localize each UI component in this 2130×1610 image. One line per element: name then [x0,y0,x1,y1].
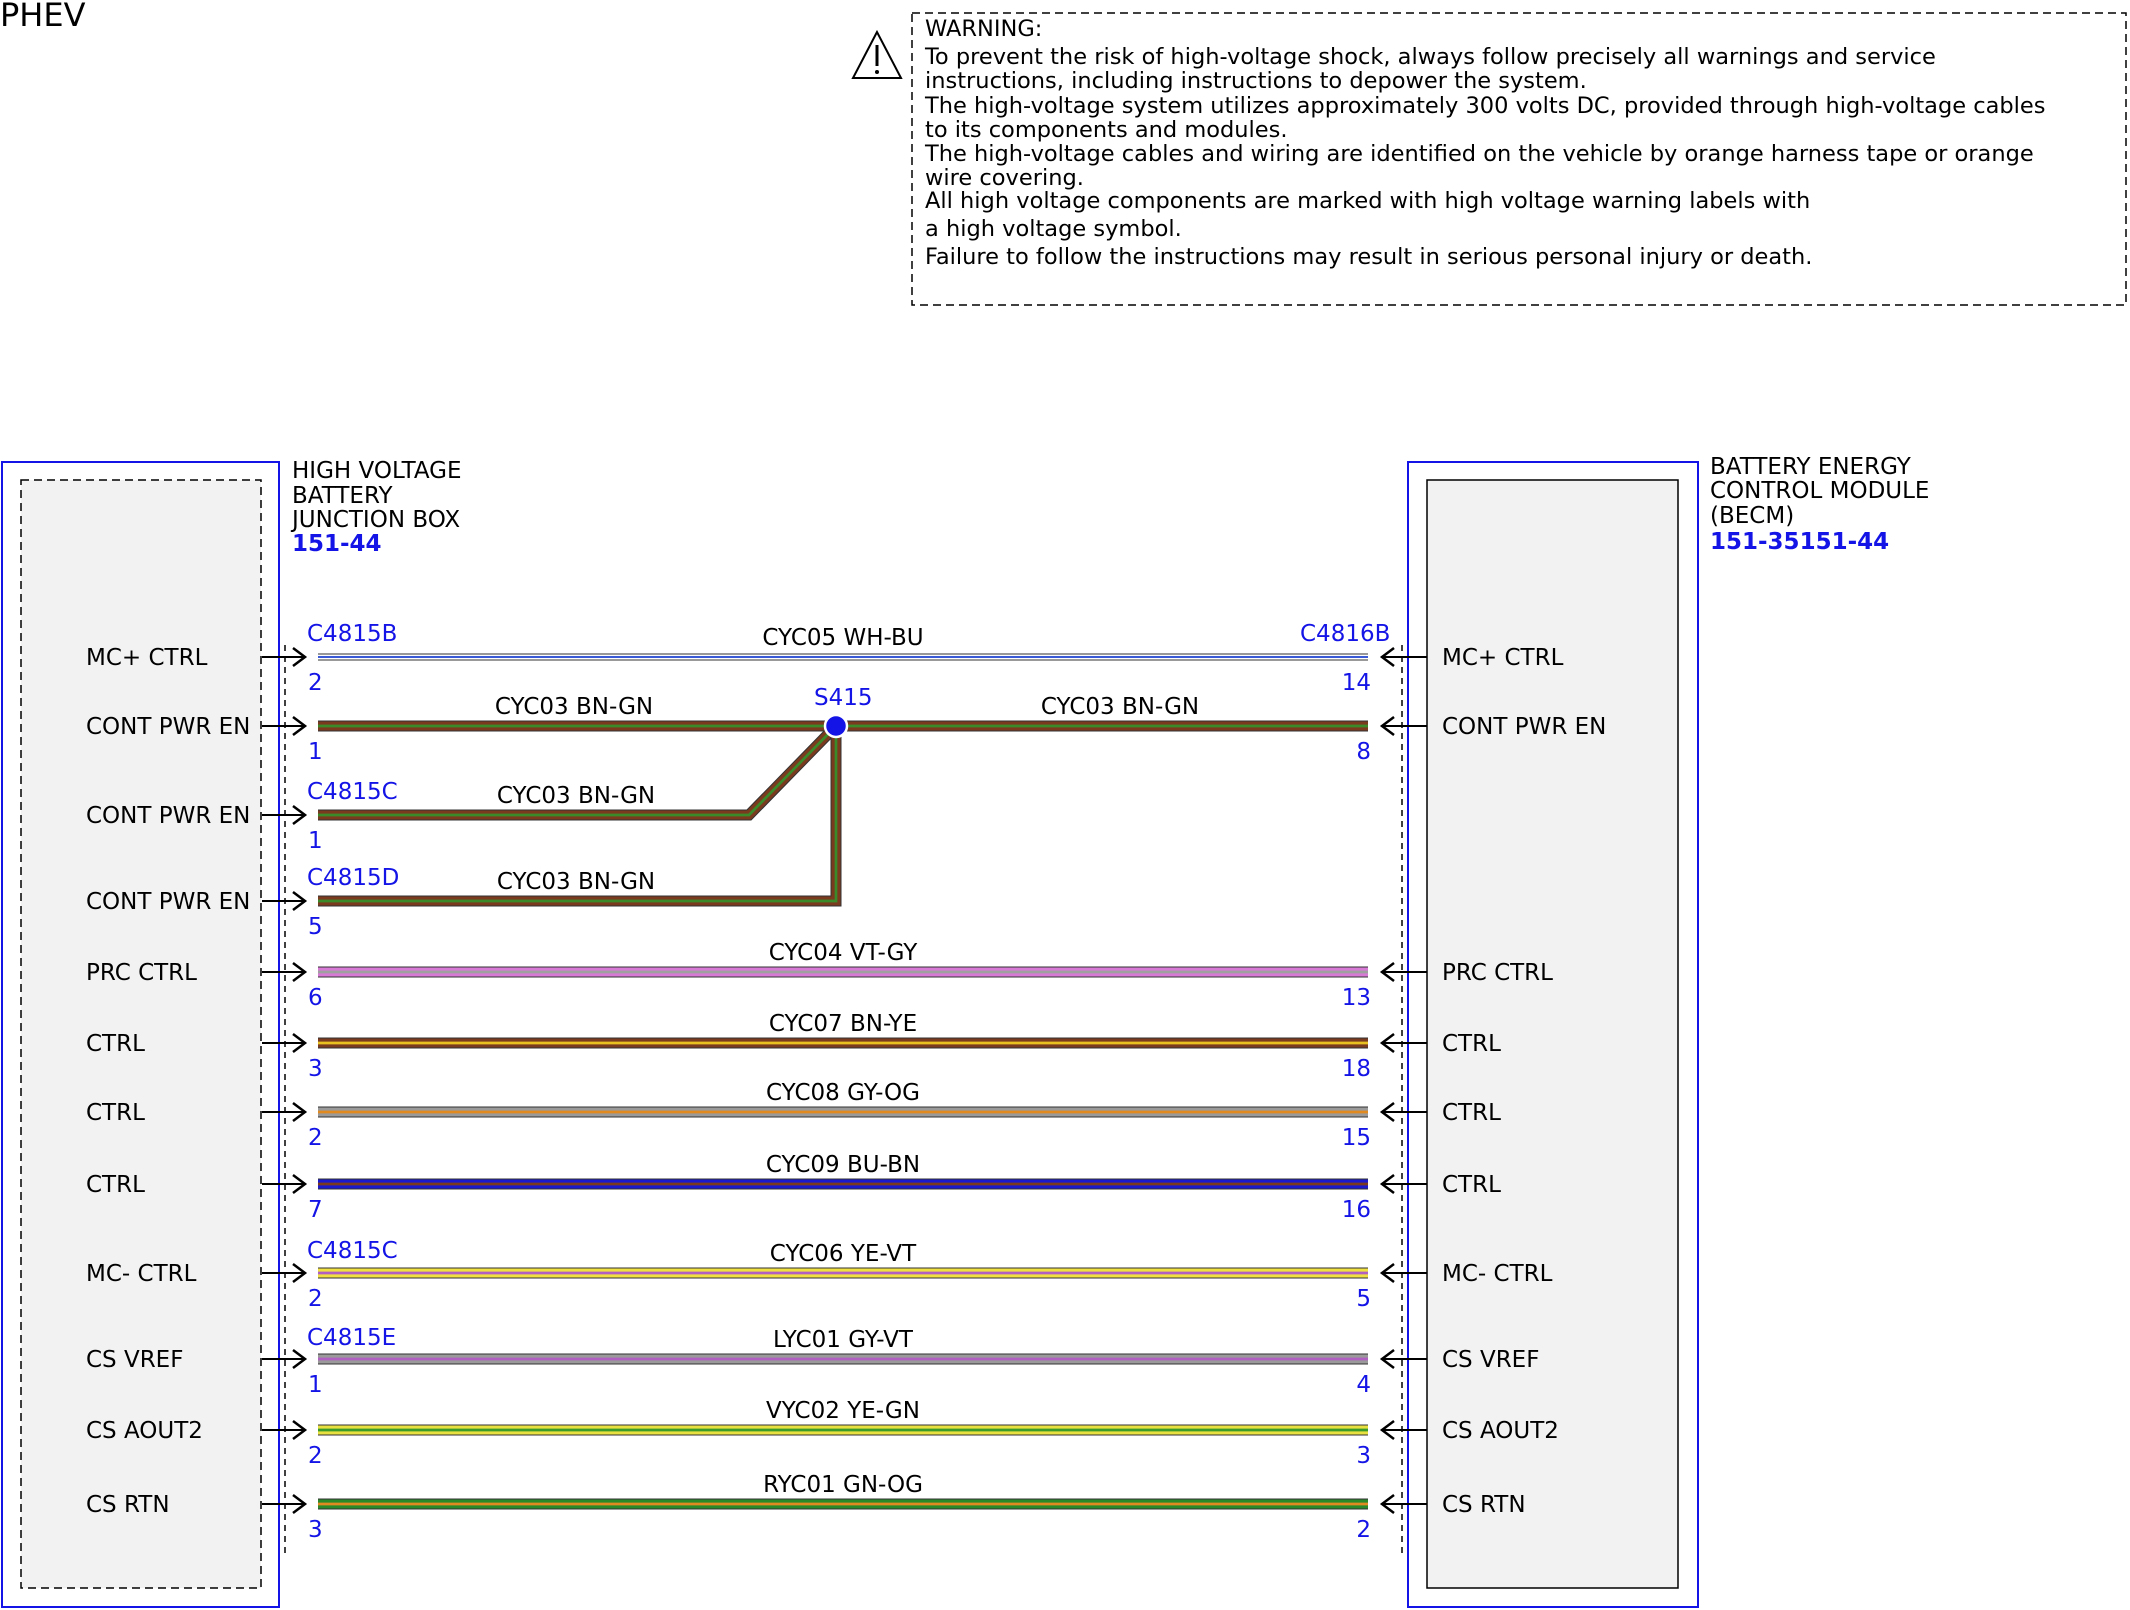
warning-line: instructions, including instructions to … [925,68,1587,94]
wire-circuit-label: CYC03 BN-GN [497,869,655,895]
warning-line: to its components and modules. [925,117,1288,143]
left-pin-label: MC- CTRL [86,1261,197,1287]
left-pin-number: 2 [308,1125,323,1151]
right-pin-number: 2 [1356,1517,1371,1543]
left-module-name: HIGH VOLTAGE [292,458,462,484]
left-pin-label: CTRL [86,1100,145,1126]
warning-box: WARNING: To prevent the risk of high-vol… [851,12,2127,306]
warning-line: The high-voltage system utilizes approxi… [924,93,2046,119]
warning-line: WARNING: [925,16,1042,42]
splice-label: S415 [814,685,873,711]
warning-line: All high voltage components are marked w… [925,188,1810,214]
right-pin-label: CTRL [1442,1100,1501,1126]
wire-circuit-label: CYC06 YE-VT [770,1241,917,1267]
left-pin-number: 2 [308,1286,323,1312]
left-pin-number: 2 [308,1443,323,1469]
right-pin-number: 18 [1342,1056,1371,1082]
left-pin-number: 2 [308,670,323,696]
right-pin-label: CTRL [1442,1172,1501,1198]
wires: MC+ CTRL2MC+ CTRL14CYC05 WH-BUCONT PWR E… [86,625,1606,1543]
left-pin-label: CTRL [86,1031,145,1057]
right-pin-number: 15 [1342,1125,1371,1151]
right-pin-number: 8 [1356,739,1371,765]
left-pin-number: 1 [308,828,323,854]
left-pin-number: 6 [308,985,323,1011]
left-pin-number: 3 [308,1056,323,1082]
wire-circuit-label: CYC05 WH-BU [762,625,923,651]
left-module-ref: 151-44 [292,531,382,557]
left-pin-label: CTRL [86,1172,145,1198]
right-pin-label: MC+ CTRL [1442,645,1564,671]
connector-label-c4815c: C4815C [307,779,398,805]
connector-label-c4816b: C4816B [1300,621,1390,647]
right-pin-number: 5 [1356,1286,1371,1312]
left-pin-number: 1 [308,739,323,765]
right-module-name: (BECM) [1710,503,1794,529]
wire-circuit-label: CYC09 BU-BN [766,1152,920,1178]
right-pin-number: 14 [1342,670,1371,696]
left-pin-label: CS AOUT2 [86,1418,203,1444]
connector-label-c4815c: C4815C [307,1238,398,1264]
left-pin-label: CONT PWR EN [86,803,250,829]
wire-circuit-label: RYC01 GN-OG [763,1472,923,1498]
right-pin-number: 3 [1356,1443,1371,1469]
right-pin-label: PRC CTRL [1442,960,1553,986]
right-pin-label: CTRL [1442,1031,1501,1057]
right-pin-label: CS VREF [1442,1347,1539,1373]
connector-label-c4815e: C4815E [307,1325,396,1351]
wire-circuit-label: LYC01 GY-VT [773,1327,914,1353]
right-pin-label: MC- CTRL [1442,1261,1553,1287]
right-pin-number: 13 [1342,985,1371,1011]
connector-label-c4815d: C4815D [307,865,399,891]
left-pin-label: PRC CTRL [86,960,197,986]
left-pin-label: CS VREF [86,1347,183,1373]
warning-line: Failure to follow the instructions may r… [925,244,1812,270]
left-pin-number: 1 [308,1372,323,1398]
warning-line: To prevent the risk of high-voltage shoc… [924,44,1936,70]
left-pin-number: 7 [308,1197,323,1223]
left-module-name: JUNCTION BOX [290,507,460,533]
warning-line: The high-voltage cables and wiring are i… [924,141,2034,167]
right-pin-number: 4 [1356,1372,1371,1398]
wire-circuit-label: CYC03 BN-GN [1041,694,1199,720]
left-module-name: BATTERY [292,483,393,509]
left-pin-label: CONT PWR EN [86,714,250,740]
wire-circuit-label: CYC04 VT-GY [769,940,919,966]
right-module-ref: 151-35151-44 [1710,529,1889,555]
wire-circuit-label: CYC08 GY-OG [766,1080,920,1106]
left-pin-label: MC+ CTRL [86,645,208,671]
right-module-name: CONTROL MODULE [1710,478,1929,504]
connector-label-c4815b: C4815B [307,621,397,647]
left-pin-label: CS RTN [86,1492,170,1518]
right-pin-label: CS RTN [1442,1492,1526,1518]
page-title: PHEV [0,0,86,34]
left-pin-label: CONT PWR EN [86,889,250,915]
warning-line: a high voltage symbol. [925,216,1182,242]
wiring-diagram: PHEV WARNING: To prevent the risk of hig… [0,0,2127,1608]
warning-icon [851,29,903,79]
right-pin-label: CONT PWR EN [1442,714,1606,740]
wire-circuit-label: CYC03 BN-GN [497,783,655,809]
wire-circuit-label: CYC07 BN-YE [769,1011,917,1037]
right-pin-number: 16 [1342,1197,1371,1223]
left-pin-number: 3 [308,1517,323,1543]
right-pin-label: CS AOUT2 [1442,1418,1559,1444]
right-module-name: BATTERY ENERGY [1710,454,1912,480]
wire-circuit-label: VYC02 YE-GN [766,1398,920,1424]
left-pin-number: 5 [308,914,323,940]
wire-circuit-label: CYC03 BN-GN [495,694,653,720]
